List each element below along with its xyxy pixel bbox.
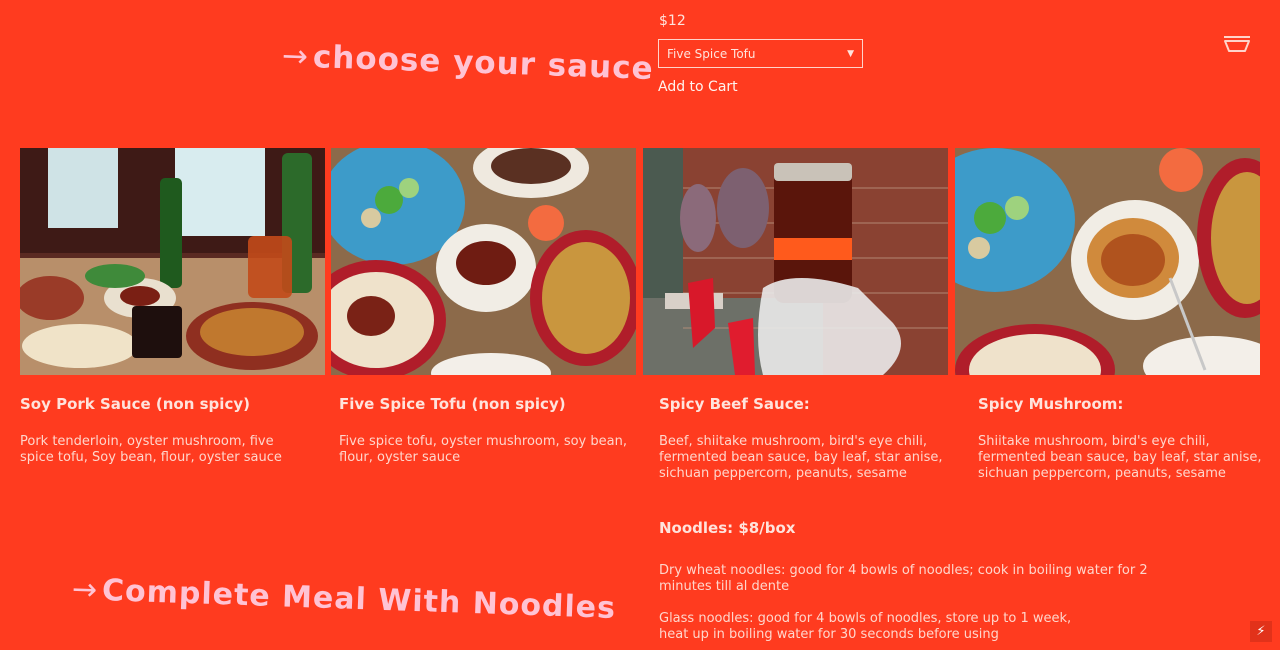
add-to-cart-button[interactable]: Add to Cart [658, 79, 738, 95]
glass-noodles-line-2: heat up in boiling water for 30 seconds … [659, 627, 999, 642]
sauce-description: Beef, shiitake mushroom, bird's eye chil… [659, 434, 943, 481]
sauce-title: Spicy Beef Sauce: [659, 395, 810, 413]
five-spice-tofu-photo [331, 148, 636, 375]
lightning-icon[interactable]: ⚡ [1250, 621, 1272, 642]
complete-meal-heading-text: Complete Meal With Noodles [101, 573, 617, 626]
complete-meal-heading: → Complete Meal With Noodles [71, 572, 616, 626]
sauce-select-value: Five Spice Tofu [667, 46, 756, 61]
noodles-title: Noodles: $8/box [659, 519, 796, 537]
bowl-cart-icon[interactable] [1222, 32, 1252, 56]
dry-noodles-line-2: minutes till al dente [659, 579, 790, 594]
glass-noodles-line-1: Glass noodles: good for 4 bowls of noodl… [659, 611, 1072, 626]
spicy-mushroom-photo [955, 148, 1260, 375]
choose-sauce-heading-text: choose your sauce [312, 39, 655, 87]
sauce-description: Shiitake mushroom, bird's eye chili, fer… [978, 434, 1262, 481]
sauce-select[interactable]: Five Spice Tofu ▼ [658, 39, 863, 68]
spicy-beef-sauce-photo [643, 148, 948, 375]
sauce-description: Pork tenderloin, oyster mushroom, five s… [20, 434, 282, 465]
sauce-description: Five spice tofu, oyster mushroom, soy be… [339, 434, 627, 465]
arrow-right-icon: → [281, 38, 310, 75]
dry-noodles-line-1: Dry wheat noodles: good for 4 bowls of n… [659, 563, 1148, 578]
product-price: $12 [659, 13, 686, 29]
choose-sauce-heading: → choose your sauce [281, 38, 654, 87]
sauce-title: Five Spice Tofu (non spicy) [339, 395, 566, 413]
sauce-title: Spicy Mushroom: [978, 395, 1124, 413]
caret-down-icon: ▼ [847, 48, 854, 59]
sauce-title: Soy Pork Sauce (non spicy) [20, 395, 250, 413]
soy-pork-sauce-photo [20, 148, 325, 375]
arrow-right-icon: → [71, 572, 99, 608]
